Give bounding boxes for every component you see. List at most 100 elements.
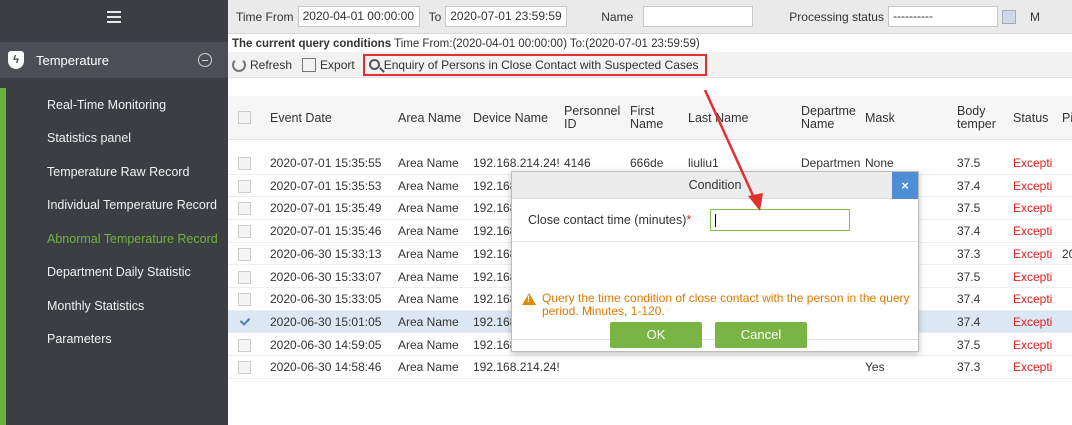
row-checkbox[interactable] [238,157,251,170]
column-body-temperature[interactable]: Body temper [957,96,996,140]
processing-status-label: Processing status [789,9,884,24]
close-contact-time-input[interactable] [710,209,850,231]
time-to-input[interactable]: 2020-07-01 23:59:59 [445,6,568,27]
row-checkbox[interactable] [238,179,251,193]
enquiry-label: Enquiry of Persons in Close Contact with… [383,57,699,72]
sidebar-toggle[interactable] [0,0,228,34]
refresh-label: Refresh [250,57,293,72]
cell-extra [1062,311,1072,333]
row-checkbox[interactable] [238,270,251,284]
sidebar-item-abnormal-temperature-record[interactable]: Abnormal Temperature Record [6,222,228,256]
ok-button[interactable]: OK [610,322,702,348]
column-mask[interactable]: Mask [865,96,905,140]
cell-extra [1062,334,1072,356]
cell-area-name: Area Name [398,246,459,261]
cell-body-temperature: 37.3 [957,360,981,375]
sidebar-item-monthly-statistics[interactable]: Monthly Statistics [6,289,228,323]
cell-area-name: Area Name [398,224,459,239]
query-conditions: The current query conditions Time From:(… [228,34,1072,52]
cell-status: Excepti [1013,201,1053,216]
cell-department [801,356,863,378]
processing-status-select[interactable]: ---------- [887,6,998,27]
app-window: ϟ Temperature Real-Time Monitoring Stati… [0,0,1072,425]
sidebar-item-statistics-panel[interactable]: Statistics panel [6,122,228,156]
export-button[interactable]: Export [302,57,355,72]
cell-status: Excepti [1013,224,1053,239]
row-checkbox-checked[interactable] [239,315,251,327]
cell-event-date: 2020-06-30 15:33:05 [270,292,382,307]
column-department-name[interactable]: Departme Name [801,96,856,140]
query-conditions-title: The current query conditions [232,38,392,50]
module-header[interactable]: ϟ Temperature [0,42,228,78]
cell-event-date: 2020-07-01 15:35:53 [270,178,382,193]
cell-body-temperature: 37.4 [957,292,981,307]
cell-area-name: Area Name [398,178,459,193]
cell-personnel-id [564,356,624,378]
column-device-name[interactable]: Device Name [473,96,553,140]
module-label: Temperature [36,52,109,68]
cell-status: Excepti [1013,360,1053,375]
cell-mask: Yes [865,360,885,375]
column-last-name[interactable]: Last Name [688,96,768,140]
time-from-input[interactable]: 2020-04-01 00:00:00 [297,6,420,27]
cell-first-name [630,356,682,378]
row-checkbox[interactable] [238,225,251,239]
more-label: M [1029,9,1040,24]
sidebar-item-real-time-monitoring[interactable]: Real-Time Monitoring [6,88,228,122]
sidebar-item-department-daily-statistic[interactable]: Department Daily Statistic [6,256,228,290]
condition-dialog: Condition × Close contact time (minutes)… [511,171,919,352]
enquiry-close-contact-button[interactable]: Enquiry of Persons in Close Contact with… [362,53,707,76]
sidebar-item-individual-temperature-record[interactable]: Individual Temperature Record [6,189,228,223]
cell-status: Excepti [1013,314,1053,329]
cell-area-name: Area Name [398,360,459,375]
dialog-title: Condition [688,178,742,192]
menu-icon[interactable] [107,11,121,23]
cell-area-name: Area Name [398,314,459,329]
cell-status: Excepti [1013,292,1053,307]
to-label: To [428,9,442,24]
cell-event-date: 2020-07-01 15:35:46 [270,224,382,239]
column-extra[interactable]: Pi [1062,96,1072,140]
filter-bar: Time From 2020-04-01 00:00:00 To 2020-07… [228,0,1072,34]
cancel-button[interactable]: Cancel [715,322,807,348]
row-checkbox[interactable] [238,361,251,375]
row-checkbox[interactable] [238,338,251,352]
processing-status-value: ---------- [892,9,933,23]
close-icon[interactable]: × [892,172,918,199]
table-row[interactable]: 2020-06-30 14:58:46 Area Name 192.168.214.… [228,356,1072,379]
required-mark: * [686,213,692,227]
cell-event-date: 2020-06-30 14:58:46 [270,360,382,375]
row-checkbox[interactable] [238,293,251,307]
refresh-button[interactable]: Refresh [232,57,293,72]
column-area-name[interactable]: Area Name [398,96,468,140]
cell-area-name: Area Name [398,269,459,284]
export-label: Export [320,57,355,72]
column-event-date[interactable]: Event Date [270,96,380,140]
column-first-name[interactable]: First Name [630,96,666,140]
cell-event-date: 2020-06-30 15:33:07 [270,269,382,284]
temperature-shield-icon: ϟ [8,51,24,69]
sidebar-item-parameters[interactable]: Parameters [6,323,228,357]
cell-extra [1062,288,1072,310]
column-status[interactable]: Status [1013,96,1053,140]
cell-extra [1062,152,1072,174]
warning-text: Query the time condition of close contac… [542,291,910,318]
cell-body-temperature: 37.5 [957,337,981,352]
row-checkbox[interactable] [238,247,251,261]
collapse-icon[interactable] [198,53,212,67]
cell-body-temperature: 37.4 [957,224,981,239]
row-checkbox[interactable] [238,202,251,216]
select-all-checkbox[interactable] [238,111,251,124]
cell-extra: 20 [1062,246,1072,261]
table-header: Event Date Area Name Device Name Personn… [228,96,1072,140]
name-label: Name [601,9,634,24]
cell-body-temperature: 37.4 [957,314,981,329]
cell-extra [1062,220,1072,242]
cell-event-date: 2020-06-30 15:01:05 [270,314,382,329]
toolbar: Refresh Export Enquiry of Persons in Clo… [228,52,1072,78]
name-input[interactable] [643,6,754,27]
column-personnel-id[interactable]: Personnel ID [564,96,620,140]
sidebar-item-temperature-raw-record[interactable]: Temperature Raw Record [6,155,228,189]
cell-status: Excepti [1013,156,1053,170]
chevron-down-icon[interactable] [1001,9,1016,24]
